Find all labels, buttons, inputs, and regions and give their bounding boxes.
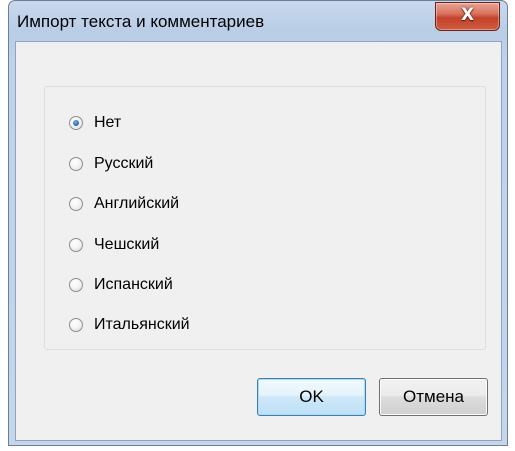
language-group: Нет Русский Английский Чешский Испанский… <box>44 86 486 350</box>
cancel-button[interactable]: Отмена <box>379 378 488 416</box>
radio-button[interactable] <box>69 157 83 171</box>
dialog-title: Импорт текста и комментариев <box>17 12 265 31</box>
title-bar[interactable]: Импорт текста и комментариев X <box>9 1 507 41</box>
radio-option-none[interactable]: Нет <box>69 111 121 135</box>
close-button[interactable]: X <box>435 2 500 31</box>
radio-label: Испанский <box>94 276 173 293</box>
radio-label: Итальянский <box>94 316 190 333</box>
radio-label: Нет <box>94 114 122 131</box>
radio-label: Чешский <box>94 236 160 253</box>
dialog-client-area: Нет Русский Английский Чешский Испанский… <box>15 41 502 441</box>
radio-button-checked[interactable] <box>69 116 83 130</box>
ok-button[interactable]: OK <box>257 378 366 416</box>
radio-label: Русский <box>94 155 154 172</box>
radio-label: Английский <box>94 195 180 212</box>
radio-button[interactable] <box>69 197 83 211</box>
radio-option-russian[interactable]: Русский <box>69 152 153 176</box>
close-icon: X <box>460 5 475 25</box>
radio-option-czech[interactable]: Чешский <box>69 233 159 257</box>
dialog-window: Импорт текста и комментариев X Нет Русск… <box>8 0 508 446</box>
radio-option-spanish[interactable]: Испанский <box>69 273 173 297</box>
radio-option-english[interactable]: Английский <box>69 192 179 216</box>
radio-button[interactable] <box>69 318 83 332</box>
radio-option-italian[interactable]: Итальянский <box>69 313 190 337</box>
radio-button[interactable] <box>69 278 83 292</box>
radio-button[interactable] <box>69 238 83 252</box>
